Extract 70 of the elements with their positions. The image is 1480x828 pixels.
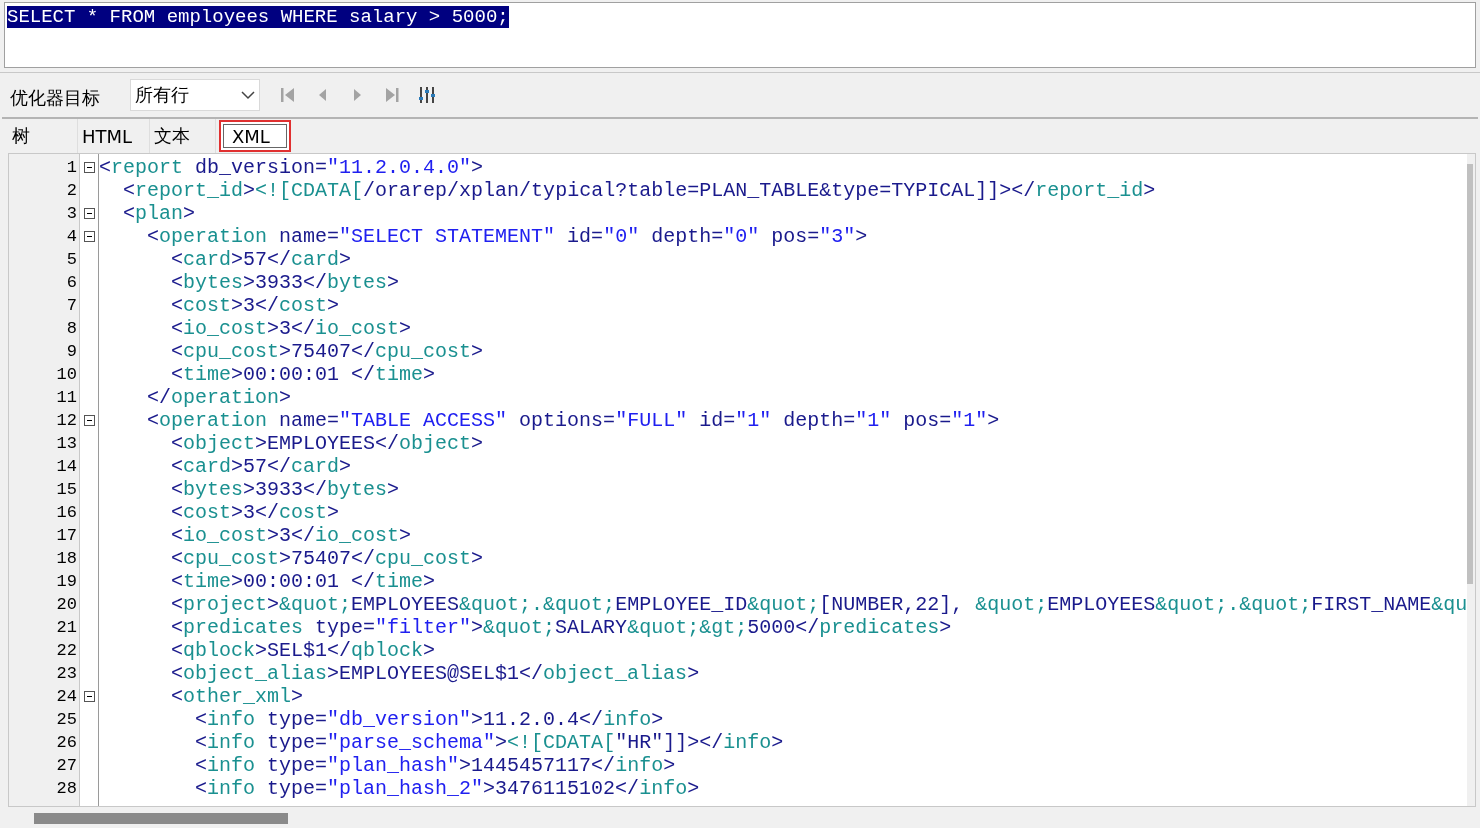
caret-icon: [241, 90, 255, 100]
line-number: 9: [65, 341, 78, 363]
code-line: <cpu_cost>75407</cpu_cost>: [170, 340, 485, 363]
line-number: 5: [65, 249, 78, 271]
tab[interactable]: XML: [220, 121, 290, 151]
code-line: <cpu_cost>75407</cpu_cost>: [170, 547, 485, 570]
code-line: <object_alias>EMPLOYEES@SEL$1</object_alias>: [170, 662, 701, 685]
line-number: 6: [65, 272, 78, 294]
line-number: 4: [65, 226, 78, 248]
code-line: <predicates type="filter">&quot;SALARY&quot;&gt;5000</predicates>: [170, 616, 953, 639]
line-number: 17: [55, 525, 78, 547]
sql-editor[interactable]: SELECT * FROM employees WHERE salary > 5000;: [4, 2, 1476, 68]
code-line: <bytes>3933</bytes>: [170, 271, 401, 294]
line-number: 10: [55, 364, 78, 386]
line-number: 7: [65, 295, 78, 317]
code-line: <cost>3</cost>: [170, 294, 341, 317]
optimizer-goal-label: 优化器目标: [10, 86, 101, 110]
line-number: 21: [55, 617, 78, 639]
code-line: <info type="parse_schema"><![CDATA["HR"]]></info>: [194, 731, 785, 754]
line-number: 14: [55, 456, 78, 478]
code-line: </operation>: [146, 386, 293, 409]
code-line: <io_cost>3</io_cost>: [170, 524, 413, 547]
collapse-icon[interactable]: [83, 162, 95, 173]
code-line: <card>57</card>: [170, 248, 353, 271]
line-number: 23: [55, 663, 78, 685]
xml-editor[interactable]: [8, 153, 1476, 807]
line-number: 20: [55, 594, 78, 616]
vertical-scrollbar-thumb[interactable]: [1467, 164, 1473, 584]
line-number: 8: [65, 318, 78, 340]
line-number: 22: [55, 640, 78, 662]
line-number: 3: [65, 203, 78, 225]
code-line: <cost>3</cost>: [170, 501, 341, 524]
line-number: 15: [55, 479, 78, 501]
line-number: 12: [55, 410, 78, 432]
line-number: 1: [65, 157, 78, 179]
line-number: 27: [55, 755, 78, 777]
code-line: <info type="plan_hash">1445457117</info>: [194, 754, 677, 777]
horizontal-scrollbar-thumb[interactable]: [34, 812, 288, 824]
code-line: <operation name="TABLE ACCESS" options="FULL" id="1" depth="1" pos="1">: [146, 409, 1001, 432]
collapse-icon[interactable]: [83, 691, 95, 702]
code-line: <time>00:00:01 </time>: [170, 570, 437, 593]
line-number: 24: [55, 686, 78, 708]
code-line: <report_id><![CDATA[/orarep/xplan/typical?table=PLAN_TABLE&type=TYPICAL]]></report_id>: [122, 179, 1157, 202]
code-line: <time>00:00:01 </time>: [170, 363, 437, 386]
line-number: 16: [55, 502, 78, 524]
code-line: <qblock>SEL$1</qblock>: [170, 639, 437, 662]
sql-text: SELECT * FROM employees WHERE salary > 5000;: [7, 6, 509, 28]
code-line: <plan>: [122, 202, 197, 225]
line-number: 11: [55, 387, 78, 409]
code-line: <io_cost>3</io_cost>: [170, 317, 413, 340]
line-number: 13: [55, 433, 78, 455]
collapse-icon[interactable]: [83, 415, 95, 426]
optimizer-goal-dropdown[interactable]: 所有行: [130, 79, 260, 111]
collapse-icon[interactable]: [83, 208, 95, 219]
line-number: 26: [55, 732, 78, 754]
line-number: 28: [55, 778, 78, 800]
code-line: <object>EMPLOYEES</object>: [170, 432, 485, 455]
line-number: 2: [65, 180, 78, 202]
line-number: 19: [55, 571, 78, 593]
code-line: <info type="db_version">11.2.0.4</info>: [194, 708, 665, 731]
code-line: <bytes>3933</bytes>: [170, 478, 401, 501]
line-number: 25: [55, 709, 78, 731]
code-line: <info type="plan_hash_2">3476115102</info>: [194, 777, 701, 800]
collapse-icon[interactable]: [83, 231, 95, 242]
line-number: 18: [55, 548, 78, 570]
code-line: <operation name="SELECT STATEMENT" id="0" depth="0" pos="3">: [146, 225, 869, 248]
code-line: <project>&quot;EMPLOYEES&quot;.&quot;EMPLOYEE_ID&quot;[NUMBER,22], &quot;EMPLOYEES&quot;.&quot;FIRST_NAME&qu: [170, 593, 1467, 616]
code-line: <card>57</card>: [170, 455, 353, 478]
code-line: <other_xml>: [170, 685, 305, 708]
code-line: <report db_version="11.2.0.4.0">: [99, 156, 485, 179]
